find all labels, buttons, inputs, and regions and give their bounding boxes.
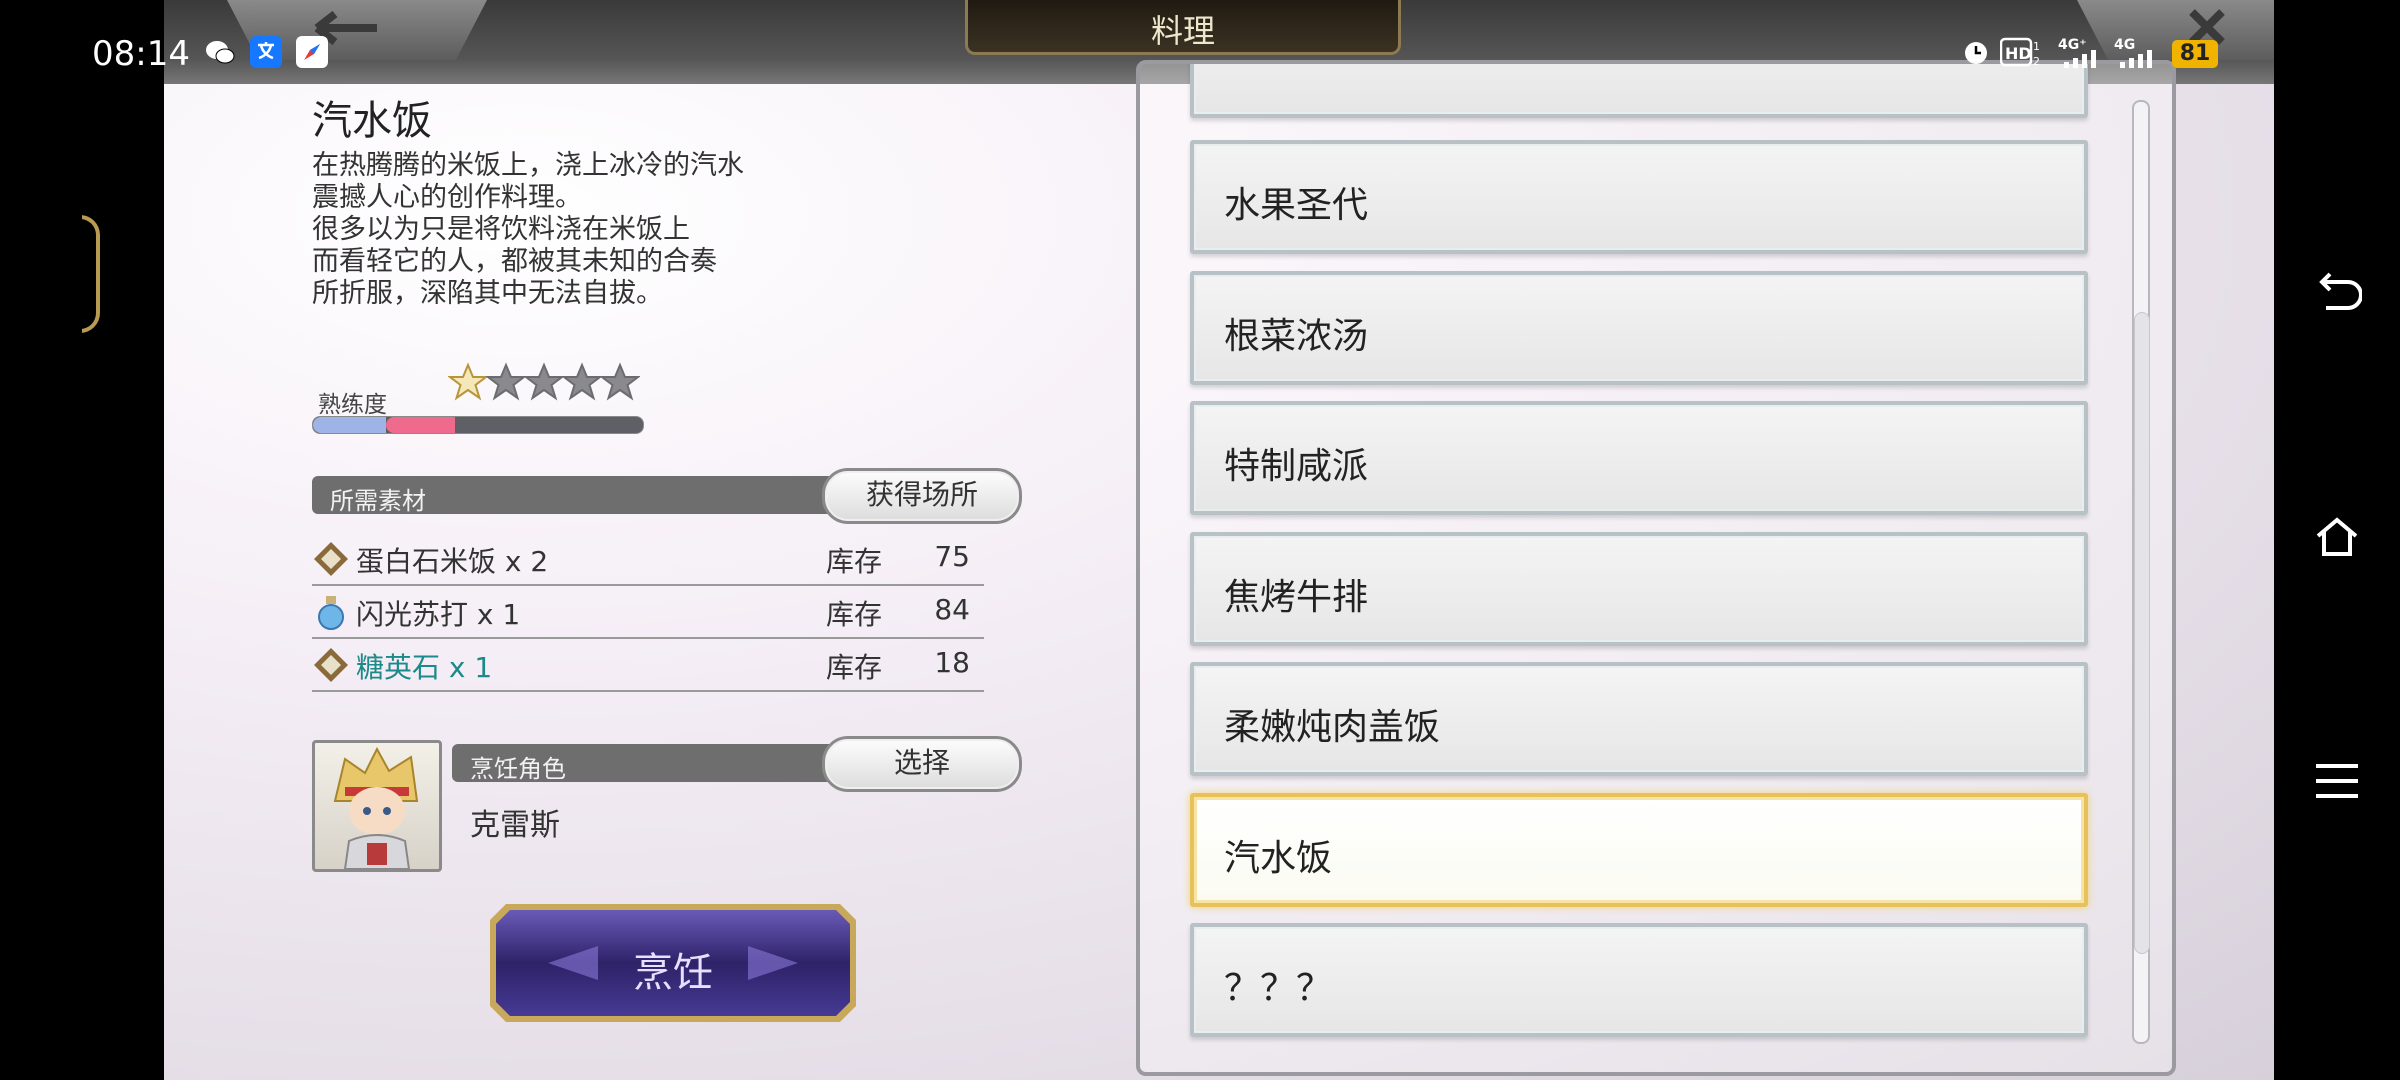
svg-text:HD: HD: [2005, 44, 2032, 63]
compass-icon: [296, 36, 328, 68]
stock-count: 18: [934, 646, 970, 679]
signal-4g-icon: 4G: [2112, 36, 2164, 78]
material-row[interactable]: 糖英石 x 1 库存 18: [312, 638, 984, 692]
recipe-label: 特制咸派: [1224, 446, 1369, 487]
system-nav-bar: [2274, 0, 2400, 1080]
gem-icon: [312, 540, 350, 578]
proficiency-label: 熟练度: [318, 392, 387, 418]
recipe-label: 柔嫩炖肉盖饭: [1224, 707, 1441, 748]
translate-icon: [250, 36, 282, 68]
source-location-button[interactable]: 获得场所: [822, 468, 1022, 524]
svg-text:4G: 4G: [2114, 37, 2135, 53]
cook-role-header-label: 烹饪角色: [470, 755, 566, 783]
proficiency-bar-pink: [385, 417, 455, 433]
proficiency-bar: [312, 416, 644, 434]
recipe-label: 水果圣代: [1224, 185, 1369, 226]
back-nav-icon[interactable]: [2312, 270, 2363, 320]
alarm-icon: [1960, 36, 1992, 74]
recipe-label: 根菜浓汤: [1224, 315, 1369, 357]
stock-label: 库存: [826, 598, 883, 631]
recipe-item[interactable]: 水果圣代: [1190, 140, 2088, 254]
recipe-item[interactable]: 根菜浓汤: [1190, 270, 2088, 385]
recipe-item[interactable]: 柔嫩炖肉盖饭: [1190, 662, 2088, 776]
cook-button-label: 烹饪: [633, 950, 713, 996]
clock: 08:14: [92, 34, 190, 74]
svg-text:1: 1: [2033, 40, 2040, 53]
stock-label: 库存: [826, 651, 883, 684]
character-portrait[interactable]: [312, 740, 442, 872]
star-empty-icon: [485, 362, 527, 402]
material-row[interactable]: 闪光苏打 x 1 库存 84: [312, 585, 984, 639]
character-name: 克雷斯: [470, 808, 560, 843]
description-line: 而看轻它的人，都被其未知的合奏: [312, 246, 717, 277]
scrollbar-thumb[interactable]: [2134, 312, 2150, 954]
select-character-button[interactable]: 选择: [822, 736, 1022, 792]
material-name: 闪光苏打 x 1: [356, 598, 521, 631]
recipe-item[interactable]: 特制咸派: [1190, 401, 2088, 515]
recipe-list-panel[interactable]: 水果圣代根菜浓汤特制咸派焦烤牛排柔嫩炖肉盖饭 汽水饭 ？？？: [1136, 60, 2176, 1076]
scrollbar[interactable]: [2132, 100, 2150, 1044]
left-edge: [82, 0, 164, 1080]
recipe-item[interactable]: ？？？: [1190, 923, 2088, 1037]
wechat-icon: [204, 36, 236, 68]
cook-button[interactable]: 烹饪: [488, 902, 858, 1024]
svg-text:2: 2: [2033, 55, 2040, 68]
stock-count: 84: [934, 593, 970, 626]
recipe-label: 焦烤牛排: [1224, 576, 1369, 618]
star-filled-icon: [447, 362, 489, 402]
material-name: 糖英石 x 1: [356, 651, 493, 684]
star-empty-icon: [523, 362, 565, 402]
gem-icon: [312, 646, 350, 684]
stock-label: 库存: [826, 545, 883, 578]
proficiency-bar-blue: [313, 417, 386, 433]
recipe-label: 汽水饭: [1224, 837, 1333, 879]
recipe-item[interactable]: 焦烤牛排: [1190, 531, 2088, 646]
material-name: 蛋白石米饭 x 2: [356, 545, 549, 578]
material-row[interactable]: 蛋白石米饭 x 2 库存 75: [312, 532, 984, 586]
battery-indicator: 81: [2172, 40, 2218, 68]
description-line: 震撼人心的创作料理。: [312, 182, 582, 213]
dish-name: 汽水饭: [312, 98, 432, 144]
potion-bottle-icon: [312, 593, 350, 631]
status-bar: 08:14 HD 1 2 4G⁺ 4G 81: [0, 0, 2226, 84]
side-tab-icon[interactable]: [82, 215, 100, 333]
recipe-item-selected[interactable]: 汽水饭: [1190, 792, 2088, 907]
menu-nav-icon[interactable]: [2312, 756, 2362, 806]
description-line: 所折服，深陷其中无法自拔。: [312, 278, 663, 309]
star-empty-icon: [561, 362, 603, 402]
description-line: 很多以为只是将饮料浇在米饭上: [312, 214, 690, 245]
game-screen: 料理 汽水饭 在热腾腾的米饭上，浇上冰冷的汽水 震撼人心的创作料理。 很多以为只…: [82, 0, 2274, 1080]
recipe-label: ？？？: [1224, 968, 1333, 1009]
star-empty-icon: [599, 362, 641, 402]
description-line: 在热腾腾的米饭上，浇上冰冷的汽水: [312, 150, 744, 181]
materials-header-label: 所需素材: [330, 487, 426, 515]
home-nav-icon[interactable]: [2312, 512, 2362, 562]
hd-icon: HD 1 2: [1999, 36, 2042, 74]
stock-count: 75: [934, 540, 970, 573]
signal-4g-plus-icon: 4G⁺: [2056, 36, 2108, 78]
svg-text:4G⁺: 4G⁺: [2058, 37, 2087, 53]
